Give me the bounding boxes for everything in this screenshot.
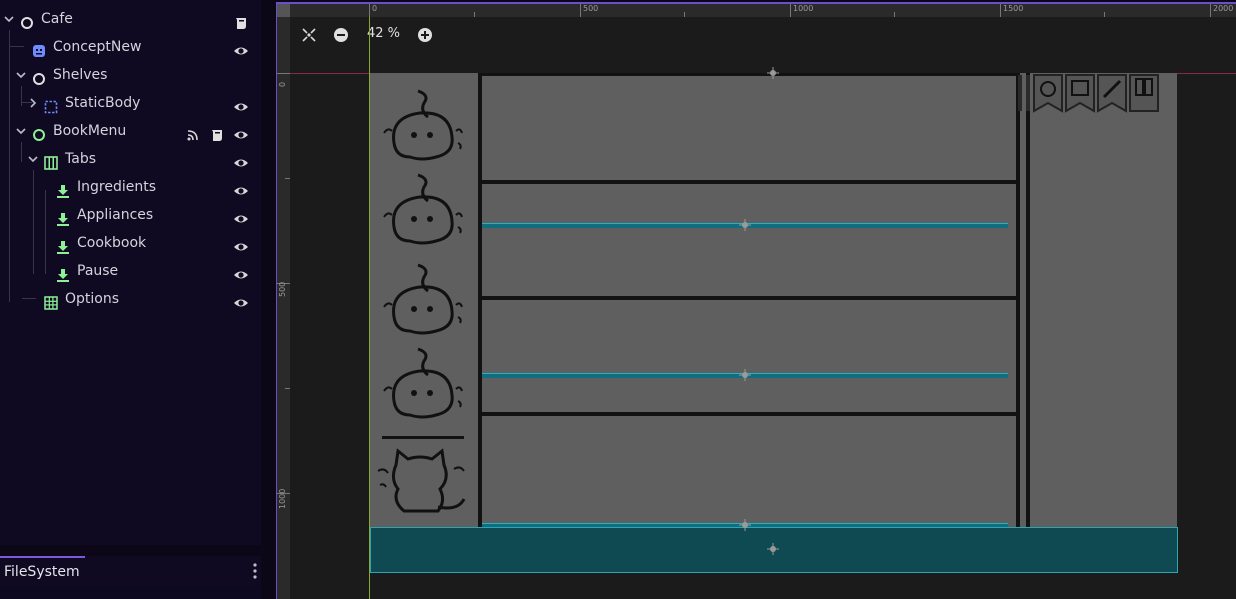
pivot-icon[interactable] bbox=[767, 67, 779, 79]
tab-filesystem[interactable]: FileSystem bbox=[0, 556, 85, 586]
tree-item-tabs[interactable]: Tabs bbox=[0, 145, 261, 173]
concept-sprite[interactable] bbox=[370, 73, 1177, 528]
ruler-label: 500 bbox=[583, 4, 599, 13]
shelf-frame-left bbox=[478, 73, 482, 528]
tree-item-label: Ingredients bbox=[77, 179, 156, 195]
ghost-doodle bbox=[383, 263, 463, 335]
tree-item-appliances[interactable]: Appliances bbox=[0, 201, 261, 229]
sprite-icon bbox=[32, 40, 46, 57]
shelf-top bbox=[478, 73, 1020, 76]
tree-item-label: StaticBody bbox=[65, 95, 141, 111]
chevron-down-icon[interactable] bbox=[3, 5, 15, 33]
tree-item-label: Pause bbox=[77, 263, 119, 279]
tree-item-ingredients[interactable]: Ingredients bbox=[0, 173, 261, 201]
tree-item-options[interactable]: Options bbox=[0, 285, 261, 313]
pivot-icon[interactable] bbox=[739, 519, 751, 531]
instance-icon bbox=[56, 236, 70, 254]
tree-item-label: Cafe bbox=[41, 11, 73, 27]
tree-item-label: Appliances bbox=[77, 207, 154, 223]
chevron-down-icon[interactable] bbox=[15, 117, 27, 145]
eye-icon[interactable] bbox=[233, 236, 249, 251]
ghost-doodle bbox=[383, 347, 463, 419]
instance-icon bbox=[56, 180, 70, 198]
tree-item-label: Shelves bbox=[53, 67, 108, 83]
tab-container-icon bbox=[44, 152, 58, 170]
grid-container-icon bbox=[44, 292, 58, 310]
tree-item-label: Cookbook bbox=[77, 235, 147, 251]
ruler-corner bbox=[277, 4, 290, 17]
divider-line bbox=[382, 436, 464, 439]
chevron-right-icon[interactable] bbox=[27, 89, 39, 117]
kebab-menu-icon[interactable] bbox=[248, 562, 262, 580]
chevron-down-icon[interactable] bbox=[15, 61, 27, 89]
scene-tree-panel: Cafe ConceptNew Shelves StaticBody BookM… bbox=[0, 0, 262, 545]
instance-icon bbox=[56, 208, 70, 226]
chevron-down-icon[interactable] bbox=[27, 145, 39, 173]
zoom-level[interactable]: 42 % bbox=[367, 26, 400, 41]
signal-icon[interactable] bbox=[186, 124, 200, 141]
ruler-label: 0 bbox=[372, 4, 378, 13]
eye-icon[interactable] bbox=[233, 292, 249, 307]
zoom-out-icon[interactable] bbox=[330, 24, 352, 46]
eye-icon[interactable] bbox=[233, 152, 249, 167]
eye-icon[interactable] bbox=[233, 124, 249, 139]
pivot-icon[interactable] bbox=[739, 219, 751, 231]
ruler-label: 1500 bbox=[1003, 4, 1024, 13]
pivot-icon[interactable] bbox=[739, 369, 751, 381]
tree-item-staticbody[interactable]: StaticBody bbox=[0, 89, 261, 117]
collision-body-icon bbox=[44, 96, 58, 114]
tree-item-bookmenu[interactable]: BookMenu bbox=[0, 117, 261, 145]
eye-icon[interactable] bbox=[233, 40, 249, 55]
tree-item-cafe[interactable]: Cafe bbox=[0, 5, 261, 33]
ghost-doodle bbox=[383, 173, 463, 245]
shelf-frame-right-inner bbox=[1026, 73, 1030, 528]
eye-icon[interactable] bbox=[233, 264, 249, 279]
ruler-label: 1000 bbox=[278, 488, 287, 509]
tree-item-label: Options bbox=[65, 291, 120, 307]
shelf-divider bbox=[478, 412, 1020, 416]
control-node-icon bbox=[32, 124, 46, 141]
center-view-icon[interactable] bbox=[298, 24, 320, 46]
shelf-divider bbox=[478, 296, 1020, 300]
vertical-ruler[interactable]: 0 500 1000 bbox=[277, 17, 290, 599]
eye-icon[interactable] bbox=[233, 180, 249, 195]
instance-icon bbox=[56, 264, 70, 282]
tree-item-label: Tabs bbox=[65, 151, 96, 167]
node-icon bbox=[32, 68, 46, 85]
filesystem-dock: FileSystem bbox=[0, 556, 261, 586]
tree-item-conceptnew[interactable]: ConceptNew bbox=[0, 33, 261, 61]
tree-item-shelves[interactable]: Shelves bbox=[0, 61, 261, 89]
eye-icon[interactable] bbox=[233, 96, 249, 111]
menu-tab-icons bbox=[1018, 74, 1159, 113]
ruler-label: 2000 bbox=[1213, 4, 1234, 13]
dock-footer bbox=[0, 586, 261, 599]
ruler-label: 0 bbox=[278, 81, 287, 87]
zoom-in-icon[interactable] bbox=[414, 24, 436, 46]
pivot-icon[interactable] bbox=[767, 543, 779, 555]
tree-item-pause[interactable]: Pause bbox=[0, 257, 261, 285]
shelf-frame-right bbox=[1016, 73, 1020, 528]
tree-item-label: BookMenu bbox=[53, 123, 127, 139]
ruler-label: 500 bbox=[278, 281, 287, 297]
horizontal-ruler[interactable]: 0 500 1000 1500 2000 bbox=[290, 4, 1236, 17]
ruler-label: 1000 bbox=[793, 4, 814, 13]
ghost-doodle bbox=[383, 89, 463, 161]
eye-icon[interactable] bbox=[233, 208, 249, 223]
script-icon[interactable] bbox=[234, 12, 248, 29]
script-icon[interactable] bbox=[210, 124, 224, 141]
shelf-divider bbox=[478, 180, 1020, 184]
tree-item-cookbook[interactable]: Cookbook bbox=[0, 229, 261, 257]
cat-doodle bbox=[377, 448, 466, 513]
tree-item-label: ConceptNew bbox=[53, 39, 142, 55]
node-icon bbox=[20, 12, 34, 29]
